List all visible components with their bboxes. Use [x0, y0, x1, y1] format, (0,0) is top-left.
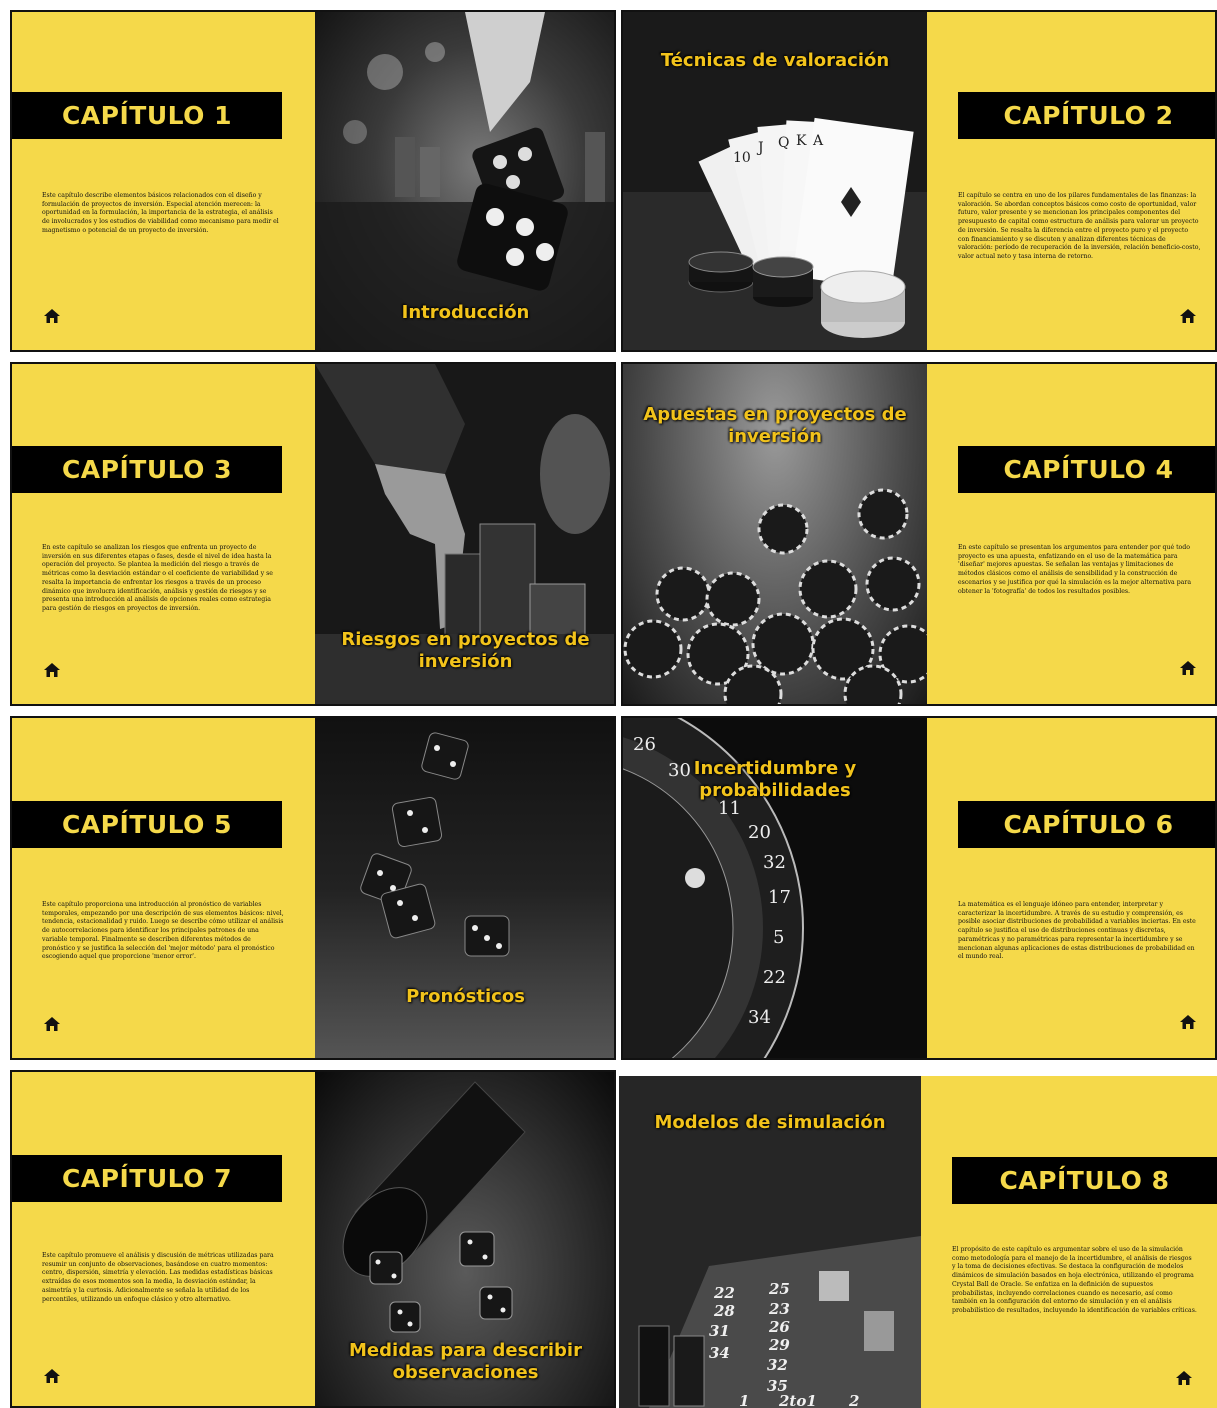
chapter-card-4[interactable]: Apuestas en proyectos de inversión CAPÍT… — [621, 362, 1217, 706]
photo-title: Incertidumbre y probabilidades — [693, 758, 857, 801]
card-text-panel — [921, 1076, 1217, 1408]
table-number: 2to1 — [778, 1392, 817, 1408]
table-number: 1 — [739, 1392, 749, 1408]
table-number: 29 — [768, 1336, 790, 1354]
table-number: 23 — [768, 1300, 790, 1318]
chapter-band: CAPÍTULO 1 — [12, 92, 282, 139]
dice-photo — [315, 12, 614, 350]
home-icon[interactable] — [43, 1368, 61, 1384]
home-icon[interactable] — [43, 662, 61, 678]
chapter-card-5[interactable]: CAPÍTULO 5 Este capítulo proporciona una… — [10, 716, 616, 1060]
chapter-card-7[interactable]: CAPÍTULO 7 Este capítulo promueve el aná… — [10, 1070, 616, 1408]
chapter-card-6[interactable]: 26 30 11 20 32 17 5 22 34 Incertidumbre … — [621, 716, 1217, 1060]
wheel-number: 5 — [773, 927, 784, 948]
home-icon[interactable] — [1179, 1014, 1197, 1030]
card-label-j: J — [756, 140, 764, 156]
card-text-panel — [12, 1072, 315, 1406]
chapter-band: CAPÍTULO 6 — [958, 801, 1215, 848]
photo-title: Riesgos en proyectos de inversión — [341, 629, 590, 672]
wheel-number: 26 — [633, 734, 656, 755]
chapter-photo: Riesgos en proyectos de inversión — [315, 364, 614, 704]
home-icon[interactable] — [1179, 660, 1197, 676]
table-number: 28 — [713, 1302, 735, 1320]
card-label-a: A — [812, 133, 824, 149]
chapter-photo: Pronósticos — [315, 718, 614, 1058]
home-icon[interactable] — [43, 308, 61, 324]
chapter-photo: Apuestas en proyectos de inversión — [623, 364, 927, 704]
chapter-photo: 10 J Q K A Técnicas de valoración — [623, 12, 927, 350]
card-text-panel — [927, 12, 1215, 350]
chapter-photo: Medidas para describir observaciones — [315, 1072, 614, 1406]
home-icon[interactable] — [43, 1016, 61, 1032]
home-icon[interactable] — [1179, 308, 1197, 324]
chapter-photo: 22 25 28 31 34 23 26 29 32 35 1 2to1 2 M… — [619, 1076, 921, 1408]
chapter-photo: Introducción — [315, 12, 614, 350]
card-text-panel — [12, 718, 315, 1058]
chapter-description: Este capítulo describe elementos básicos… — [42, 192, 279, 234]
table-number: 22 — [713, 1284, 735, 1302]
chapter-band: CAPÍTULO 7 — [12, 1155, 282, 1202]
card-label-10: 10 — [733, 150, 751, 166]
chapter-band: CAPÍTULO 8 — [952, 1157, 1217, 1204]
chapter-description: En este capítulo se presentan los argume… — [958, 544, 1192, 595]
photo-title: Apuestas en proyectos de inversión — [643, 404, 907, 447]
chapter-card-1[interactable]: CAPÍTULO 1 Este capítulo describe elemen… — [10, 10, 616, 352]
photo-title: Modelos de simulación — [654, 1112, 886, 1133]
wheel-number: 20 — [748, 822, 771, 843]
chapter-description: En este capítulo se analizan los riesgos… — [42, 544, 273, 612]
card-text-panel — [927, 364, 1215, 704]
photo-title: Introducción — [401, 302, 530, 323]
home-icon[interactable] — [1175, 1370, 1193, 1386]
table-number: 34 — [709, 1344, 730, 1362]
photo-title: Técnicas de valoración — [660, 50, 890, 71]
table-number: 2 — [848, 1392, 859, 1408]
chapter-card-8[interactable]: 22 25 28 31 34 23 26 29 32 35 1 2to1 2 M… — [619, 1076, 1217, 1408]
wheel-number: 34 — [748, 1007, 771, 1028]
chapter-description: El capítulo se centra en uno de los pila… — [958, 192, 1201, 260]
card-text-panel — [927, 718, 1215, 1058]
chapter-band: CAPÍTULO 4 — [958, 446, 1215, 493]
chapter-description: Este capítulo proporciona una introducci… — [42, 901, 284, 961]
wheel-number: 22 — [763, 967, 786, 988]
table-number: 32 — [767, 1356, 788, 1374]
chapter-description: La matemática es el lenguaje idóneo para… — [958, 901, 1196, 961]
card-text-panel — [12, 12, 315, 350]
wheel-number: 17 — [768, 887, 791, 908]
chapter-band: CAPÍTULO 2 — [958, 92, 1215, 139]
chapter-description: El propósito de este capítulo es argumen… — [952, 1246, 1197, 1314]
table-number: 31 — [709, 1322, 730, 1340]
photo-title: Medidas para describir observaciones — [349, 1340, 582, 1383]
chapter-band: CAPÍTULO 3 — [12, 446, 282, 493]
wheel-number: 32 — [763, 852, 786, 873]
card-text-panel — [12, 364, 315, 704]
chapter-description: Este capítulo promueve el análisis y dis… — [42, 1252, 274, 1303]
chapter-card-3[interactable]: CAPÍTULO 3 En este capítulo se analizan … — [10, 362, 616, 706]
photo-title: Pronósticos — [406, 986, 525, 1007]
chapter-card-2[interactable]: 10 J Q K A Técnicas de valoración CAPÍTU… — [621, 10, 1217, 352]
card-label-k: K — [796, 133, 807, 149]
card-label-q: Q — [778, 135, 789, 151]
table-number: 25 — [768, 1280, 790, 1298]
chapter-photo: 26 30 11 20 32 17 5 22 34 Incertidumbre … — [623, 718, 927, 1058]
chapter-band: CAPÍTULO 5 — [12, 801, 282, 848]
table-number: 26 — [768, 1318, 790, 1336]
